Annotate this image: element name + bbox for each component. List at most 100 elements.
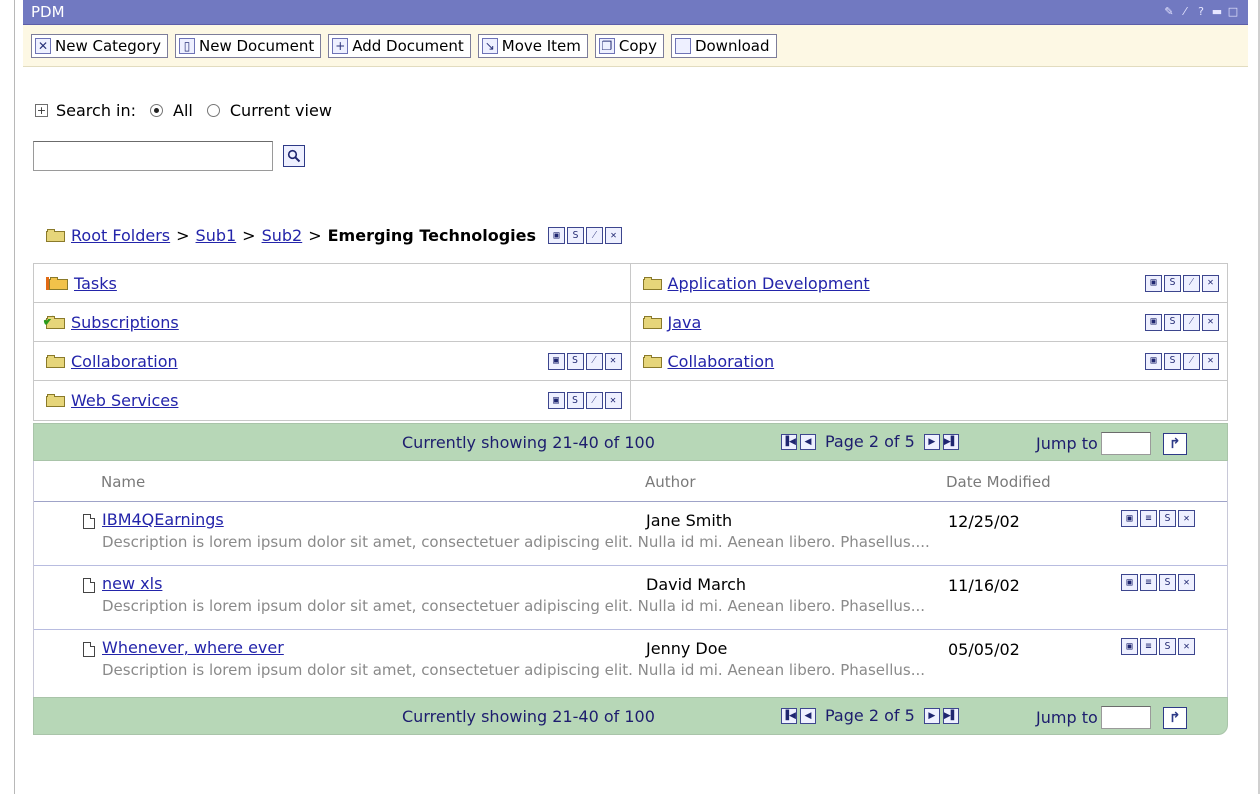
document-link[interactable]: new xls	[102, 574, 162, 593]
last-page-icon[interactable]: ▶▌	[942, 433, 959, 450]
maximize-icon[interactable]: □	[1226, 5, 1240, 19]
next-page-icon[interactable]: ▶	[923, 707, 940, 724]
column-name[interactable]: Name	[101, 473, 145, 491]
edit-icon[interactable]: ⁄	[1183, 274, 1200, 292]
document-list: Name Author Date Modified IBM4QEarnings …	[33, 461, 1228, 697]
subscribe-icon[interactable]: S	[1159, 574, 1176, 591]
page-indicator: Page 2 of 5	[825, 432, 915, 451]
folder-link-web-services[interactable]: Web Services	[71, 391, 178, 410]
lock-icon[interactable]: ▣	[1145, 274, 1162, 292]
new-category-button[interactable]: ✕ New Category	[31, 33, 169, 58]
go-arrow-icon[interactable]: ↱	[1162, 432, 1187, 455]
delete-icon[interactable]: ✕	[605, 227, 623, 244]
subscribe-icon[interactable]: S	[566, 352, 584, 370]
edit-icon[interactable]: ⁄	[585, 392, 603, 409]
subscribe-icon[interactable]: S	[1159, 510, 1176, 527]
breadcrumb-root-folders[interactable]: Root Folders	[71, 226, 170, 245]
subscribe-icon[interactable]: S	[1164, 274, 1181, 292]
lock-icon[interactable]: ▣	[1121, 638, 1138, 655]
expand-search-icon[interactable]: +	[35, 104, 48, 117]
edit-icon[interactable]: ⁄	[585, 352, 603, 370]
delete-icon[interactable]: ✕	[604, 352, 622, 370]
go-arrow-icon[interactable]: ↱	[1162, 706, 1187, 729]
edit-icon[interactable]: ⁄	[1183, 313, 1200, 331]
subscribe-icon[interactable]: S	[567, 227, 585, 244]
jump-to-input[interactable]	[1100, 432, 1151, 455]
delete-icon[interactable]: ✕	[1202, 274, 1219, 292]
new-document-label: New Document	[199, 36, 315, 55]
document-icon	[83, 514, 95, 529]
last-page-icon[interactable]: ▶▌	[942, 707, 959, 724]
help-icon[interactable]: ?	[1194, 5, 1208, 19]
delete-icon[interactable]: ✕	[1202, 352, 1219, 370]
lock-icon[interactable]: ▣	[547, 392, 565, 409]
folder-icon	[642, 276, 662, 290]
subscribe-icon[interactable]: S	[1164, 313, 1181, 331]
jump-to: Jump to ↱	[1036, 706, 1187, 729]
move-icon: ↘	[481, 37, 498, 54]
prev-page-icon[interactable]: ◀	[800, 433, 816, 450]
move-item-button[interactable]: ↘ Move Item	[477, 33, 588, 58]
subscribe-icon[interactable]: S	[1159, 638, 1176, 655]
properties-icon[interactable]: ≡	[1140, 638, 1157, 655]
search-input[interactable]	[33, 141, 273, 171]
jump-to-label: Jump to	[1036, 434, 1098, 453]
copy-button[interactable]: ❐ Copy	[594, 33, 664, 58]
folder-row: Web Services ▣ S ⁄ ✕	[34, 381, 1227, 420]
document-date: 12/25/02	[948, 512, 1020, 531]
first-page-icon[interactable]: ▐◀	[781, 433, 797, 450]
next-page-icon[interactable]: ▶	[923, 433, 940, 450]
column-date-modified[interactable]: Date Modified	[946, 473, 1051, 491]
delete-icon[interactable]: ✕	[1178, 510, 1195, 527]
portlet-title-bar: PDM ✎ ⁄ ? ▬ □	[23, 0, 1248, 25]
folder-link-application-development[interactable]: Application Development	[668, 274, 870, 293]
wrench-icon[interactable]: ✎	[1162, 5, 1176, 19]
delete-icon[interactable]: ✕	[1178, 574, 1195, 591]
jump-to-input[interactable]	[1100, 706, 1151, 729]
prev-page-icon[interactable]: ◀	[800, 707, 816, 724]
lock-icon[interactable]: ▣	[1121, 510, 1138, 527]
first-page-icon[interactable]: ▐◀	[781, 707, 797, 724]
radio-current-view[interactable]	[206, 104, 220, 117]
folder-link-subscriptions[interactable]: Subscriptions	[71, 313, 179, 332]
delete-icon[interactable]: ✕	[1178, 638, 1195, 655]
folder-link-collaboration-2[interactable]: Collaboration	[668, 352, 775, 371]
edit-icon[interactable]: ⁄	[586, 227, 604, 244]
breadcrumb-sub2[interactable]: Sub2	[262, 226, 303, 245]
subscribe-icon[interactable]: S	[1164, 352, 1181, 370]
delete-icon[interactable]: ✕	[1202, 313, 1219, 331]
search-in-label: Search in:	[56, 101, 137, 120]
document-author: Jenny Doe	[646, 639, 728, 658]
lock-icon[interactable]: ▣	[1145, 313, 1162, 331]
add-document-button[interactable]: + Add Document	[328, 33, 471, 58]
properties-icon[interactable]: ≡	[1140, 574, 1157, 591]
properties-icon[interactable]: ≡	[1140, 510, 1157, 527]
minimize-icon[interactable]: ▬	[1210, 5, 1224, 19]
folder-link-collaboration[interactable]: Collaboration	[71, 352, 178, 371]
column-headers: Name Author Date Modified	[34, 461, 1227, 502]
folder-grid: Tasks Application Development ▣ S ⁄ ✕ ✔ S…	[33, 263, 1228, 421]
lock-icon[interactable]: ▣	[1121, 574, 1138, 591]
folder-link-tasks[interactable]: Tasks	[74, 274, 117, 293]
lock-icon[interactable]: ▣	[548, 227, 566, 244]
download-button[interactable]: Download	[670, 33, 777, 58]
folder-link-java[interactable]: Java	[668, 313, 702, 332]
portlet-title: PDM	[31, 3, 65, 21]
delete-icon[interactable]: ✕	[604, 392, 622, 409]
pager-nav: ▐◀ ◀ Page 2 of 5 ▶ ▶▌	[781, 432, 959, 451]
column-author[interactable]: Author	[645, 473, 696, 491]
current-folder-actions: ▣ S ⁄ ✕	[548, 227, 623, 244]
new-document-button[interactable]: ▯ New Document	[175, 33, 322, 58]
radio-all[interactable]	[150, 104, 164, 117]
document-link[interactable]: IBM4QEarnings	[102, 510, 224, 529]
lock-icon[interactable]: ▣	[1145, 352, 1162, 370]
search-button[interactable]	[283, 145, 305, 167]
folder-actions: ▣ S ⁄ ✕	[1145, 313, 1219, 331]
document-link[interactable]: Whenever, where ever	[102, 638, 284, 657]
breadcrumb-sub1[interactable]: Sub1	[196, 226, 237, 245]
edit-icon[interactable]: ⁄	[1183, 352, 1200, 370]
lock-icon[interactable]: ▣	[547, 352, 565, 370]
edit-icon[interactable]: ⁄	[1178, 5, 1192, 19]
folder-row: Collaboration ▣ S ⁄ ✕ Collaboration ▣ S …	[34, 342, 1227, 381]
subscribe-icon[interactable]: S	[566, 392, 584, 409]
